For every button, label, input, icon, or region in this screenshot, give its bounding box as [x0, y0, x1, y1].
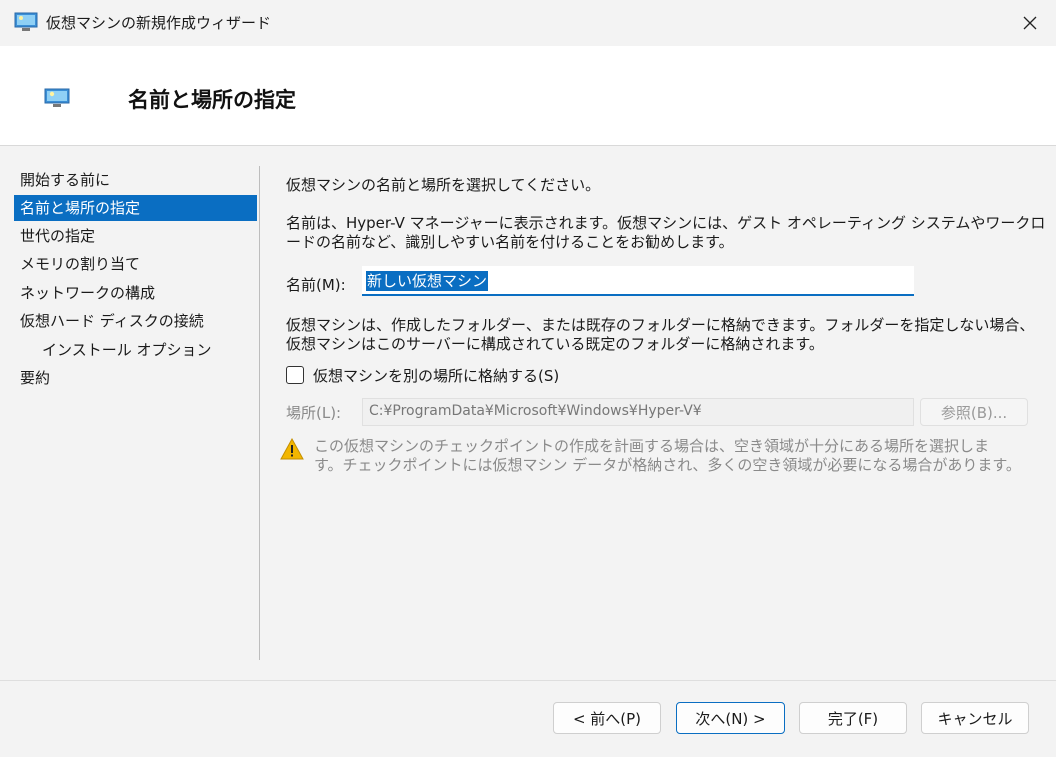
close-button[interactable] [1012, 8, 1048, 38]
location-input: C:¥ProgramData¥Microsoft¥Windows¥Hyper-V… [362, 398, 914, 426]
close-icon [1023, 16, 1037, 30]
page-title: 名前と場所の指定 [128, 88, 296, 112]
finish-button[interactable]: 完了(F) [799, 702, 907, 734]
browse-button: 参照(B)... [920, 398, 1028, 426]
footer-divider [0, 680, 1056, 681]
store-description-line-2: 仮想マシンはこのサーバーに構成されている既定のフォルダーに格納されます。 [286, 335, 824, 353]
warning-line-1: この仮想マシンのチェックポイントの作成を計画する場合は、空き領域が十分にある場所… [314, 437, 990, 455]
store-elsewhere-checkbox[interactable] [286, 366, 304, 384]
hyper-v-monitor-icon [44, 88, 70, 112]
warning-icon [280, 437, 304, 464]
name-description-line-1: 名前は、Hyper-V マネージャーに表示されます。仮想マシンには、ゲスト オペ… [286, 214, 1046, 232]
nav-item-generation[interactable]: 世代の指定 [14, 223, 257, 249]
title-bar: 仮想マシンの新規作成ウィザード [0, 0, 1056, 46]
warning-line-2: す。チェックポイントには仮想マシン データが格納され、多くの空き領域が必要になる… [314, 456, 1021, 474]
intro-text: 仮想マシンの名前と場所を選択してください。 [286, 176, 601, 194]
name-input-value: 新しい仮想マシン [366, 271, 489, 291]
hyper-v-monitor-icon [14, 12, 38, 36]
name-description-line-2: ードの名前など、識別しやすい名前を付けることをお勧めします。 [286, 233, 734, 251]
nav-item-virtual-disk[interactable]: 仮想ハード ディスクの接続 [14, 308, 257, 334]
wizard-content: 仮想マシンの名前と場所を選択してください。 名前は、Hyper-V マネージャー… [280, 146, 1045, 660]
warning-text: この仮想マシンのチェックポイントの作成を計画する場合は、空き領域が十分にある場所… [314, 437, 1021, 475]
cancel-button[interactable]: キャンセル [921, 702, 1029, 734]
wizard-nav: 開始する前に 名前と場所の指定 世代の指定 メモリの割り当て ネットワークの構成… [0, 146, 262, 660]
nav-item-memory[interactable]: メモリの割り当て [14, 251, 257, 277]
nav-item-before-you-begin[interactable]: 開始する前に [14, 167, 257, 193]
nav-divider [259, 166, 260, 660]
nav-item-install-options[interactable]: インストール オプション [14, 337, 257, 363]
store-elsewhere-label[interactable]: 仮想マシンを別の場所に格納する(S) [313, 365, 559, 386]
nav-item-networking[interactable]: ネットワークの構成 [14, 280, 257, 306]
location-label: 場所(L): [286, 404, 342, 422]
name-label: 名前(M): [286, 276, 346, 294]
previous-button[interactable]: < 前へ(P) [553, 702, 661, 734]
nav-item-summary[interactable]: 要約 [14, 365, 257, 391]
nav-item-name-location[interactable]: 名前と場所の指定 [14, 195, 257, 221]
name-input[interactable]: 新しい仮想マシン [362, 266, 914, 296]
wizard-header: 名前と場所の指定 [0, 46, 1056, 146]
store-description-line-1: 仮想マシンは、作成したフォルダー、または既存のフォルダーに格納できます。フォルダ… [286, 316, 1035, 334]
next-button[interactable]: 次へ(N) > [676, 702, 785, 734]
store-elsewhere-row[interactable]: 仮想マシンを別の場所に格納する(S) [286, 364, 559, 386]
window-title: 仮想マシンの新規作成ウィザード [46, 14, 272, 32]
